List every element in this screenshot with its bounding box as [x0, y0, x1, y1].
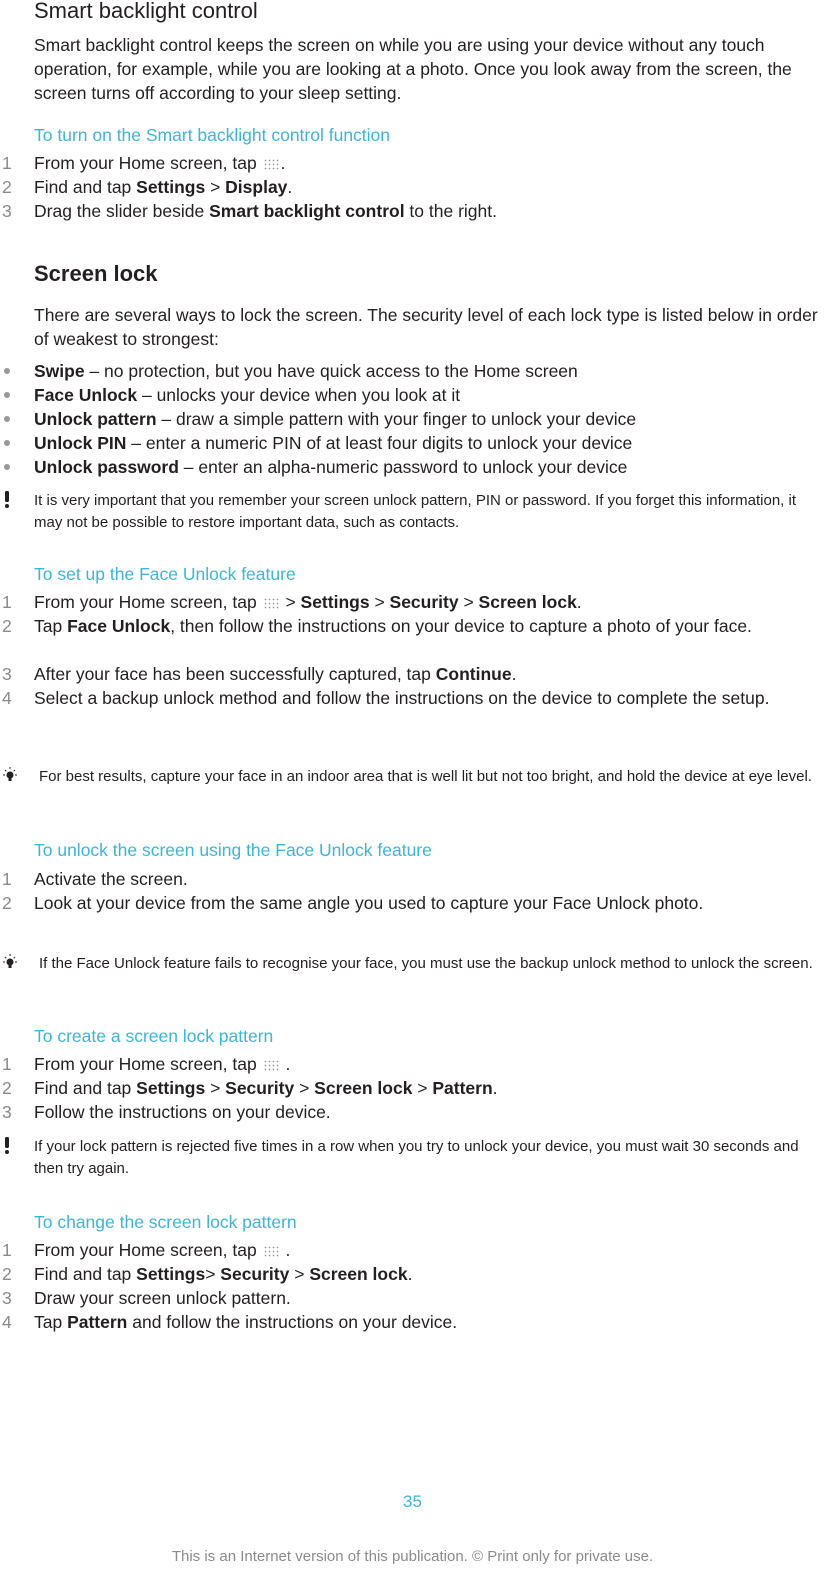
step-text: Tap Face Unlock, then follow the instruc…	[34, 616, 752, 636]
step-number: 3	[2, 1102, 12, 1122]
bullet-icon	[4, 368, 10, 374]
step-number: 1	[2, 592, 12, 612]
ui-term: Settings	[136, 1264, 206, 1284]
screen-lock-description: There are several ways to lock the scree…	[34, 305, 818, 349]
lock-type-description: – draw a simple pattern with your finger…	[156, 409, 637, 429]
footer-disclaimer: This is an Internet version of this publ…	[171, 1548, 654, 1565]
list-item-text: Unlock PIN – enter a numeric PIN of at l…	[34, 431, 632, 455]
ui-term: Settings	[300, 592, 370, 612]
apps-grid-icon	[264, 1060, 278, 1071]
ui-term: Settings	[136, 177, 206, 197]
lock-type-term: Face Unlock	[34, 385, 138, 405]
bullet-icon	[4, 440, 10, 446]
step-text: Find and tap Settings > Security > Scree…	[34, 1078, 498, 1098]
ui-term: Display	[225, 177, 288, 197]
list-item-text: Face Unlock – unlocks your device when y…	[34, 383, 460, 407]
page-number: 35	[403, 1492, 422, 1511]
step-number: 3	[2, 664, 12, 684]
ui-term: Smart backlight control	[209, 201, 405, 221]
step-number: 2	[2, 1078, 12, 1098]
bullet-icon	[4, 392, 10, 398]
step-number: 1	[2, 869, 12, 889]
step-text: From your Home screen, tap .	[34, 153, 286, 173]
lock-type-description: – enter an alpha-numeric password to unl…	[178, 457, 628, 477]
apps-grid-icon	[264, 1246, 278, 1257]
lock-type-description: – enter a numeric PIN of at least four d…	[126, 433, 633, 453]
ui-term: Security	[389, 592, 459, 612]
step-number: 1	[2, 1240, 12, 1260]
ui-term: Screen lock	[309, 1264, 408, 1284]
lock-type-term: Unlock PIN	[34, 433, 127, 453]
tip-text: If the Face Unlock feature fails to reco…	[39, 955, 813, 972]
step-number: 3	[2, 201, 12, 221]
warning-icon	[0, 1136, 20, 1158]
ui-term: Face Unlock	[67, 616, 171, 636]
step-text: Select a backup unlock method and follow…	[34, 688, 770, 708]
warning-text: It is very important that you remember y…	[34, 492, 796, 531]
warning-text: If your lock pattern is rejected five ti…	[34, 1138, 799, 1177]
step-number: 1	[2, 153, 12, 173]
procedure-title-face-unlock: To unlock the screen using the Face Unlo…	[34, 840, 432, 860]
step-text: Draw your screen unlock pattern.	[34, 1288, 291, 1308]
step-text: Find and tap Settings > Display.	[34, 177, 293, 197]
section-title-screen-lock: Screen lock	[34, 261, 158, 286]
bullet-icon	[4, 464, 10, 470]
step-number: 2	[2, 893, 12, 913]
ui-term: Settings	[136, 1078, 206, 1098]
procedure-title-change-pattern: To change the screen lock pattern	[34, 1212, 297, 1232]
lock-type-term: Unlock password	[34, 457, 179, 477]
step-text: After your face has been successfully ca…	[34, 664, 517, 684]
step-number: 1	[2, 1054, 12, 1074]
lock-type-description: – unlocks your device when you look at i…	[137, 385, 461, 405]
step-text: Find and tap Settings> Security > Screen…	[34, 1264, 413, 1284]
list-item-text: Swipe – no protection, but you have quic…	[34, 359, 578, 383]
ui-term: Screen lock	[314, 1078, 413, 1098]
ui-term: Security	[225, 1078, 295, 1098]
step-text: From your Home screen, tap .	[34, 1240, 291, 1260]
ui-term: Screen lock	[478, 592, 577, 612]
lightbulb-tip-icon	[0, 766, 20, 788]
apps-grid-icon	[264, 598, 278, 609]
ui-term: Continue	[435, 664, 512, 684]
bullet-icon	[4, 416, 10, 422]
step-text: From your Home screen, tap .	[34, 1054, 291, 1074]
procedure-title-face-setup: To set up the Face Unlock feature	[34, 564, 296, 584]
step-number: 4	[2, 688, 12, 708]
step-number: 2	[2, 1264, 12, 1284]
procedure-title-smart-backlight: To turn on the Smart backlight control f…	[34, 125, 391, 145]
step-number: 2	[2, 616, 12, 636]
procedure-title-create-pattern: To create a screen lock pattern	[34, 1026, 274, 1046]
step-text: Activate the screen.	[34, 869, 188, 889]
lock-type-description: – no protection, but you have quick acce…	[84, 361, 578, 381]
ui-term: Pattern	[67, 1312, 128, 1332]
tip-text: For best results, capture your face in a…	[39, 768, 812, 785]
apps-grid-icon	[264, 159, 278, 170]
lightbulb-tip-icon	[0, 953, 20, 975]
step-number: 3	[2, 1288, 12, 1308]
step-text: Follow the instructions on your device.	[34, 1102, 331, 1122]
list-item-text: Unlock password – enter an alpha-numeric…	[34, 455, 627, 479]
warning-icon	[0, 490, 20, 512]
lock-type-term: Swipe	[34, 361, 85, 381]
list-item-text: Unlock pattern – draw a simple pattern w…	[34, 407, 636, 431]
step-text: From your Home screen, tap > Settings > …	[34, 592, 582, 612]
ui-term: Security	[220, 1264, 290, 1284]
step-text: Look at your device from the same angle …	[34, 893, 704, 913]
step-text: Tap Pattern and follow the instructions …	[34, 1312, 458, 1332]
smart-backlight-description: Smart backlight control keeps the screen…	[34, 35, 792, 103]
step-number: 4	[2, 1312, 12, 1332]
lock-type-term: Unlock pattern	[34, 409, 157, 429]
step-number: 2	[2, 177, 12, 197]
section-title-smart-backlight: Smart backlight control	[34, 0, 258, 23]
ui-term: Pattern	[432, 1078, 493, 1098]
step-text: Drag the slider beside Smart backlight c…	[34, 201, 497, 221]
